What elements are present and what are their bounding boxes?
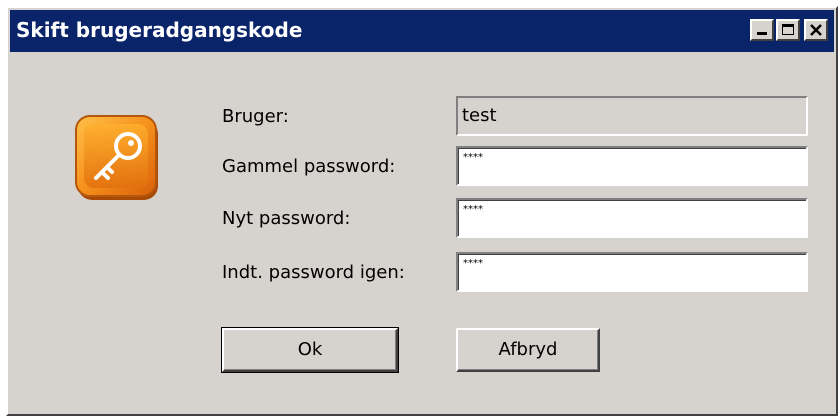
minimize-icon xyxy=(757,32,767,35)
key-icon xyxy=(72,112,164,204)
user-field: test xyxy=(456,96,808,136)
user-value: test xyxy=(462,105,497,126)
window-title: Skift brugeradgangskode xyxy=(16,18,303,42)
repeat-password-label: Indt. password igen: xyxy=(222,262,405,283)
new-password-label: Nyt password: xyxy=(222,208,351,229)
repeat-password-value: **** xyxy=(463,258,483,269)
change-password-dialog: Skift brugeradgangskode Bruger: test Gam… xyxy=(6,6,838,416)
title-bar[interactable]: Skift brugeradgangskode xyxy=(10,10,834,52)
close-button[interactable] xyxy=(804,19,828,41)
new-password-value: **** xyxy=(463,204,483,215)
maximize-button[interactable] xyxy=(776,19,800,41)
ok-button[interactable]: Ok xyxy=(221,327,399,373)
maximize-icon xyxy=(782,24,794,35)
window-controls xyxy=(748,19,828,41)
user-label: Bruger: xyxy=(222,106,289,127)
close-icon xyxy=(810,24,822,36)
cancel-button[interactable]: Afbryd xyxy=(456,328,600,372)
new-password-field[interactable]: **** xyxy=(456,198,808,238)
old-password-value: **** xyxy=(463,152,483,163)
repeat-password-field[interactable]: **** xyxy=(456,252,808,292)
old-password-label: Gammel password: xyxy=(222,156,396,177)
minimize-button[interactable] xyxy=(750,19,774,41)
old-password-field[interactable]: **** xyxy=(456,146,808,186)
